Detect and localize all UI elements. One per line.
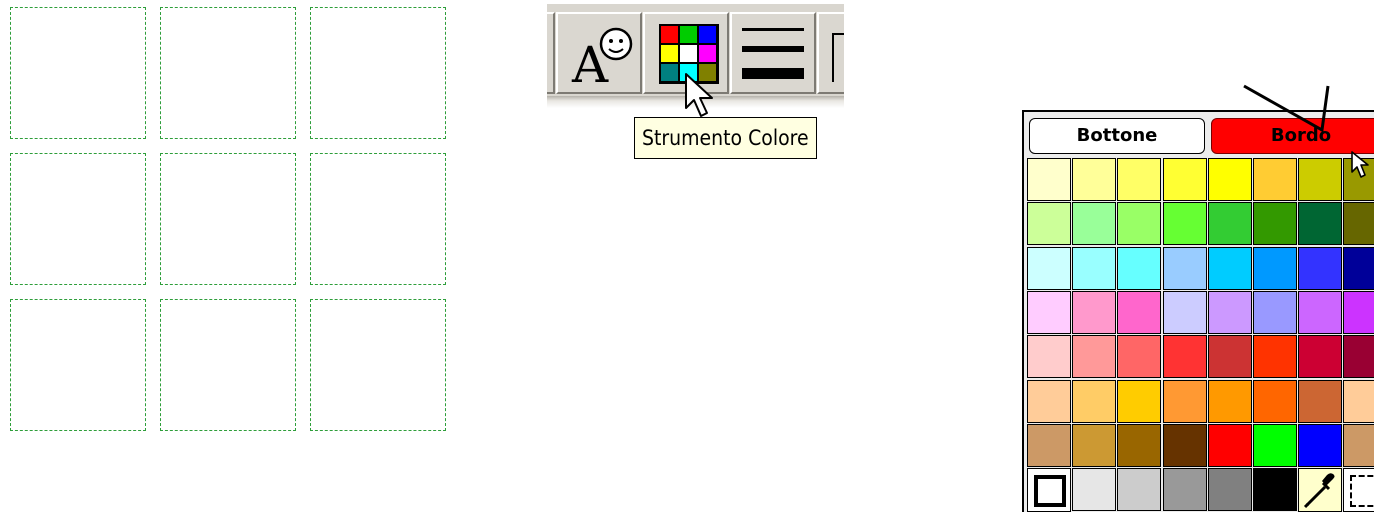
color-swatch[interactable] bbox=[1162, 158, 1207, 201]
color-swatch[interactable] bbox=[1162, 202, 1207, 246]
color-swatch[interactable] bbox=[1027, 423, 1071, 467]
color-swatch[interactable] bbox=[1027, 335, 1071, 379]
tab-bottone[interactable]: Bottone bbox=[1029, 118, 1205, 154]
text-smiley-icon: A bbox=[571, 27, 633, 94]
color-swatch[interactable] bbox=[1298, 158, 1343, 201]
color-swatch[interactable] bbox=[1117, 246, 1162, 290]
color-swatch[interactable] bbox=[1343, 335, 1374, 379]
color-icon-cell bbox=[699, 45, 716, 62]
color-swatch[interactable] bbox=[1207, 423, 1252, 467]
grid-cell[interactable] bbox=[310, 7, 446, 139]
color-icon-cell bbox=[680, 26, 697, 43]
color-swatch[interactable] bbox=[1253, 246, 1297, 290]
color-swatch[interactable] bbox=[1117, 423, 1162, 467]
color-swatch[interactable] bbox=[1343, 423, 1374, 467]
color-swatch[interactable] bbox=[1072, 423, 1117, 467]
color-swatch[interactable] bbox=[1343, 290, 1374, 334]
color-swatch[interactable] bbox=[1298, 423, 1343, 467]
color-swatch[interactable] bbox=[1027, 290, 1071, 334]
color-swatch[interactable] bbox=[1253, 202, 1297, 246]
color-swatch[interactable] bbox=[1072, 335, 1117, 379]
grid-cell[interactable] bbox=[310, 153, 446, 285]
color-swatch[interactable] bbox=[1072, 202, 1117, 246]
color-swatch[interactable] bbox=[1117, 202, 1162, 246]
color-swatch[interactable] bbox=[1072, 290, 1117, 334]
color-swatch[interactable] bbox=[1253, 158, 1297, 201]
color-icon-cell bbox=[680, 45, 697, 62]
color-swatch[interactable] bbox=[1343, 246, 1374, 290]
grid-cell[interactable] bbox=[10, 299, 146, 431]
transparent-icon bbox=[1350, 475, 1374, 508]
color-swatch[interactable] bbox=[1207, 246, 1252, 290]
color-swatch[interactable] bbox=[1207, 158, 1252, 201]
color-icon-cell bbox=[661, 64, 678, 81]
color-swatch[interactable] bbox=[1298, 202, 1343, 246]
color-swatch[interactable] bbox=[1162, 423, 1207, 467]
tooltip: Strumento Colore bbox=[634, 117, 817, 159]
color-icon-cell bbox=[699, 26, 716, 43]
partial-icon bbox=[832, 33, 844, 82]
color-swatch[interactable] bbox=[1072, 246, 1117, 290]
color-palette-panel: Bottone Bordo bbox=[1022, 110, 1374, 512]
color-swatch[interactable] bbox=[1162, 246, 1207, 290]
color-swatch[interactable] bbox=[1253, 335, 1297, 379]
color-icon-cell bbox=[661, 45, 678, 62]
color-swatch[interactable] bbox=[1027, 246, 1071, 290]
color-swatch[interactable] bbox=[1253, 423, 1297, 467]
color-swatch[interactable] bbox=[1253, 290, 1297, 334]
grid-cell[interactable] bbox=[10, 153, 146, 285]
color-swatch[interactable] bbox=[1027, 158, 1071, 201]
color-swatch[interactable] bbox=[1162, 379, 1207, 423]
mouse-pointer-icon bbox=[685, 73, 713, 117]
grid-cell[interactable] bbox=[160, 153, 296, 285]
text-emoji-tool-button[interactable]: A bbox=[556, 12, 642, 94]
grid-cell[interactable] bbox=[160, 299, 296, 431]
color-swatch[interactable] bbox=[1343, 202, 1374, 246]
color-swatch[interactable] bbox=[1162, 468, 1207, 512]
color-swatch[interactable] bbox=[1117, 379, 1162, 423]
eyedropper-button[interactable] bbox=[1298, 468, 1343, 512]
color-swatch[interactable] bbox=[1162, 290, 1207, 334]
color-swatch[interactable] bbox=[1298, 335, 1343, 379]
color-swatch[interactable] bbox=[1298, 246, 1343, 290]
line-thickness-icon bbox=[742, 28, 804, 79]
color-swatch[interactable] bbox=[1027, 202, 1071, 246]
color-swatch[interactable] bbox=[1072, 379, 1117, 423]
color-swatch[interactable] bbox=[1072, 468, 1117, 512]
square-border-icon bbox=[1034, 475, 1066, 508]
toolbar-button-partial-right[interactable] bbox=[817, 12, 844, 94]
transparent-button[interactable] bbox=[1343, 468, 1374, 512]
color-swatch[interactable] bbox=[1117, 335, 1162, 379]
color-swatch[interactable] bbox=[1343, 379, 1374, 423]
line-tool-button[interactable] bbox=[730, 12, 816, 94]
grid-cell[interactable] bbox=[160, 7, 296, 139]
border-tool-button[interactable] bbox=[1027, 468, 1071, 512]
callout-pointer bbox=[1243, 84, 1330, 133]
color-swatch[interactable] bbox=[1207, 202, 1252, 246]
tab-cursor-icon bbox=[1351, 151, 1369, 178]
color-swatch[interactable] bbox=[1207, 335, 1252, 379]
grid-cell[interactable] bbox=[310, 299, 446, 431]
color-swatch[interactable] bbox=[1298, 290, 1343, 334]
color-swatch[interactable] bbox=[1207, 379, 1252, 423]
color-swatch[interactable] bbox=[1117, 290, 1162, 334]
color-swatch[interactable] bbox=[1117, 468, 1162, 512]
color-swatch[interactable] bbox=[1117, 158, 1162, 201]
color-swatch[interactable] bbox=[1027, 379, 1071, 423]
color-swatch[interactable] bbox=[1072, 158, 1117, 201]
grid-cell[interactable] bbox=[10, 7, 146, 139]
color-swatch[interactable] bbox=[1298, 379, 1343, 423]
color-swatch[interactable] bbox=[1253, 468, 1297, 512]
color-swatch[interactable] bbox=[1253, 379, 1297, 423]
color-swatch[interactable] bbox=[1162, 335, 1207, 379]
color-swatch[interactable] bbox=[1207, 468, 1252, 512]
color-icon-cell bbox=[661, 26, 678, 43]
button-grid bbox=[10, 7, 450, 435]
color-swatch[interactable] bbox=[1207, 290, 1252, 334]
eyedropper-icon bbox=[1304, 473, 1335, 509]
toolbar-button-partial-left[interactable] bbox=[547, 12, 555, 94]
